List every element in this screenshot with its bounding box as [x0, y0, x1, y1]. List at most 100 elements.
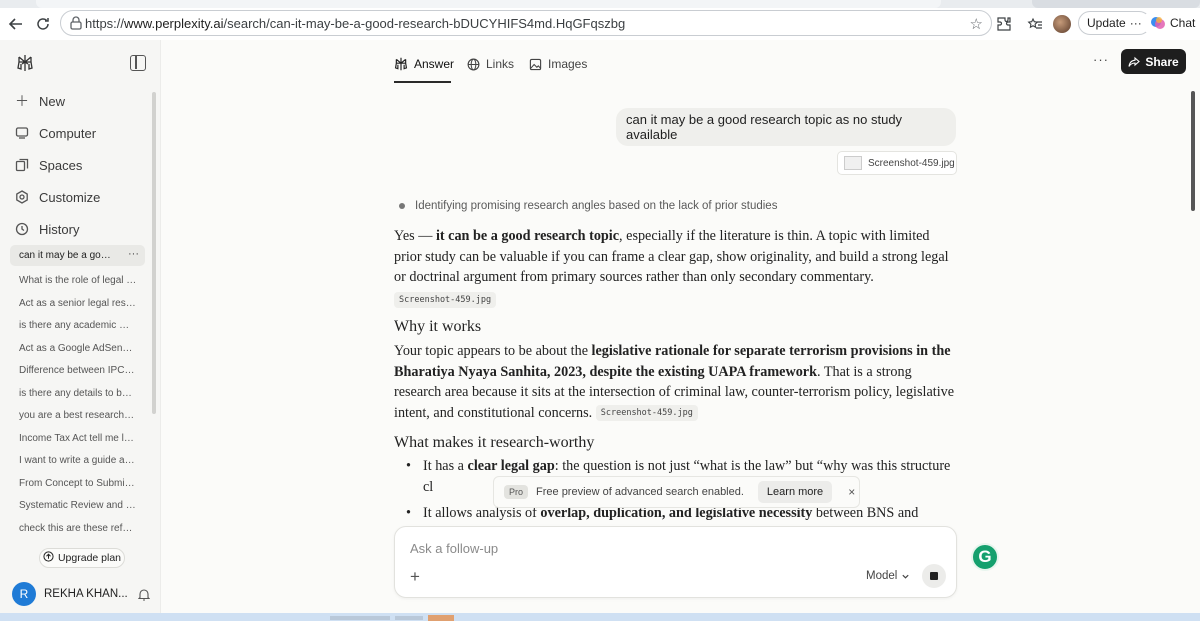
history-item[interactable]: Systematic Review and P...: [19, 500, 137, 511]
history-more-icon[interactable]: ···: [128, 248, 139, 260]
bookmark-star-icon[interactable]: ☆: [970, 15, 983, 33]
research-step: Identifying promising research angles ba…: [399, 200, 777, 212]
nav-label: Computer: [39, 125, 97, 141]
step-dot-icon: [399, 203, 405, 209]
pro-badge: Pro: [504, 485, 529, 499]
pro-preview-toast: Pro Free preview of advanced search enab…: [493, 476, 860, 508]
nav-spaces[interactable]: Spaces: [14, 153, 150, 177]
back-arrow-icon[interactable]: [6, 14, 26, 34]
browser-tab[interactable]: [1032, 0, 1200, 8]
model-label: Model: [866, 570, 898, 582]
perplexity-app: ＋ New Computer Spaces Customize History c…: [0, 40, 1200, 613]
history-item[interactable]: you are a best researcher,...: [19, 410, 137, 421]
copilot-chat-button[interactable]: Chat: [1142, 11, 1200, 35]
nav-computer[interactable]: Computer: [14, 121, 150, 145]
browser-toolbar: https://www.perplexity.ai/search/can-it-…: [0, 8, 1200, 40]
taskbar-item[interactable]: [330, 616, 390, 620]
address-bar[interactable]: https://www.perplexity.ai/search/can-it-…: [60, 10, 992, 36]
follow-up-composer: Ask a follow-up + Model: [394, 526, 957, 598]
attach-plus-icon[interactable]: +: [410, 567, 420, 587]
current-tab[interactable]: [36, 0, 941, 8]
history-item[interactable]: Difference between IPC a...: [19, 365, 137, 376]
computer-icon: [14, 125, 30, 141]
tab-images[interactable]: Images: [529, 54, 587, 74]
spaces-icon: [14, 157, 30, 173]
upgrade-plan-button[interactable]: Upgrade plan: [39, 548, 125, 568]
upgrade-arrow-icon: [43, 551, 54, 565]
close-icon[interactable]: ×: [848, 485, 855, 499]
nav-new[interactable]: ＋ New: [14, 89, 150, 113]
stop-button[interactable]: [922, 564, 946, 588]
heading-what-makes-it: What makes it research-worthy: [394, 434, 595, 451]
site-info-icon[interactable]: [68, 15, 84, 31]
user-query-bubble: can it may be a good research topic as n…: [616, 108, 956, 146]
history-item[interactable]: Act as a Google AdSense ...: [19, 343, 137, 354]
history-item[interactable]: I want to write a guide ab...: [19, 455, 137, 466]
notifications-bell-icon[interactable]: [137, 588, 151, 604]
reload-icon[interactable]: [33, 14, 53, 34]
history-item-label: can it may be a good research topic as n…: [19, 250, 115, 261]
sidebar-scrollbar[interactable]: [152, 92, 156, 414]
upgrade-label: Upgrade plan: [57, 552, 122, 564]
sidebar: ＋ New Computer Spaces Customize History c…: [6, 42, 158, 611]
nav-label: History: [39, 221, 80, 237]
history-item-active[interactable]: can it may be a good research topic as n…: [10, 245, 145, 266]
history-item[interactable]: is there any academic mo...: [19, 320, 137, 331]
active-tab-indicator: [394, 81, 451, 83]
perplexity-icon: [394, 57, 408, 71]
learn-more-button[interactable]: Learn more: [757, 481, 833, 503]
tab-label: Links: [486, 57, 515, 71]
more-dots-icon: ···: [1129, 16, 1142, 30]
taskbar-item[interactable]: [428, 615, 454, 621]
tab-strip: [0, 0, 1200, 8]
collapse-sidebar-icon[interactable]: [130, 55, 146, 71]
share-arrow-icon: [1128, 56, 1141, 67]
history-item[interactable]: From Concept to Submiss...: [19, 478, 137, 489]
answer-paragraph-2: Your topic appears to be about the legis…: [394, 343, 955, 422]
attachment-thumbnail: [844, 156, 862, 170]
user-avatar[interactable]: R: [12, 582, 36, 606]
heading-why-it-works: Why it works: [394, 318, 482, 335]
step-text: Identifying promising research angles ba…: [415, 200, 778, 212]
nav-history[interactable]: History: [14, 217, 150, 241]
model-selector[interactable]: Model: [866, 570, 910, 582]
share-button[interactable]: Share: [1121, 49, 1186, 74]
answer-paragraph-1: Yes — it can be a good research topic, e…: [394, 228, 949, 285]
favorites-icon[interactable]: [1025, 14, 1045, 34]
history-item[interactable]: Act as a senior legal rese...: [19, 298, 137, 309]
extensions-icon[interactable]: [994, 14, 1014, 34]
more-options-icon[interactable]: ···: [1093, 52, 1109, 67]
perplexity-logo-icon[interactable]: [16, 54, 34, 72]
citation-chip[interactable]: Screenshot-459.jpg: [394, 292, 497, 309]
tab-label: Answer: [414, 57, 455, 71]
url-text: https://www.perplexity.ai/search/can-it-…: [85, 16, 626, 31]
tab-links[interactable]: Links: [467, 54, 514, 74]
copilot-icon: [1151, 17, 1165, 29]
history-item[interactable]: What is the role of legal r...: [19, 275, 137, 286]
attachment-chip[interactable]: Screenshot-459.jpg: [837, 151, 957, 175]
plus-icon: ＋: [15, 93, 29, 109]
update-button[interactable]: Update ···: [1078, 11, 1151, 35]
attachment-name: Screenshot-459.jpg: [868, 157, 955, 169]
tab-answer[interactable]: Answer: [394, 54, 454, 74]
nav-label: Customize: [39, 189, 101, 205]
profile-avatar[interactable]: [1053, 15, 1071, 33]
main-content: Answer Links Images ··· Share can it may…: [160, 40, 1200, 613]
follow-up-input[interactable]: Ask a follow-up: [410, 541, 498, 556]
user-name[interactable]: REKHA KHAN...: [44, 588, 128, 600]
history-item[interactable]: Income Tax Act tell me lat...: [19, 433, 137, 444]
grammarly-icon[interactable]: G: [971, 543, 999, 571]
citation-chip[interactable]: Screenshot-459.jpg: [595, 405, 698, 422]
history-item[interactable]: check this are these refer...: [19, 523, 137, 534]
nav-label: New: [39, 93, 66, 109]
history-item[interactable]: is there any details to be ...: [19, 388, 137, 399]
nav-customize[interactable]: Customize: [14, 185, 150, 209]
nav-label: Spaces: [39, 157, 83, 173]
taskbar-strip: [0, 613, 1200, 621]
main-scrollbar[interactable]: [1191, 91, 1195, 211]
taskbar-item[interactable]: [395, 616, 423, 620]
customize-icon: [14, 189, 30, 205]
share-label: Share: [1145, 54, 1179, 69]
image-icon: [529, 58, 542, 70]
stop-icon: [930, 572, 938, 580]
